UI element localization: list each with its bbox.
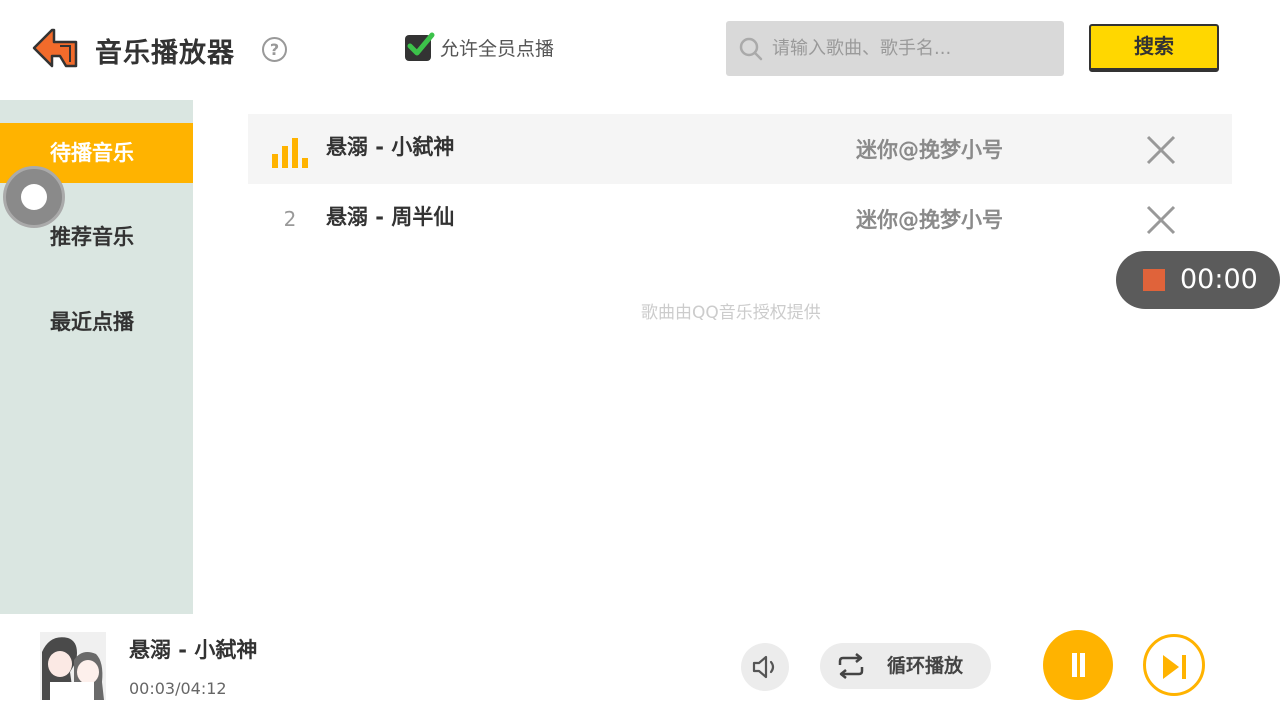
close-icon[interactable]	[1144, 203, 1178, 237]
requested-by: 迷你@挽梦小号	[856, 138, 1003, 162]
checkmark-icon	[407, 32, 435, 55]
app-title: 音乐播放器	[95, 38, 235, 69]
song-title: 悬溺 - 周半仙	[326, 205, 455, 229]
search-button[interactable]: 搜索	[1089, 24, 1219, 72]
playlist-row[interactable]: 2 悬溺 - 周半仙 迷你@挽梦小号	[248, 184, 1232, 254]
stop-square-icon[interactable]	[1143, 269, 1165, 291]
allow-all-checkbox[interactable]	[405, 32, 435, 61]
question-circle-icon[interactable]: ?	[262, 37, 287, 62]
search-box	[726, 21, 1064, 76]
song-title: 悬溺 - 小弑神	[326, 135, 455, 159]
row-index: 2	[283, 207, 297, 231]
equalizer-bars-icon	[272, 138, 308, 168]
screen-recorder-pill[interactable]: 00:00	[1116, 251, 1280, 309]
player-bar: 悬溺 - 小弑神 00:03/04:12 循环播放	[0, 614, 1280, 720]
allow-all-toggle[interactable]: 允许全员点播	[405, 32, 555, 61]
playlist-row[interactable]: 悬溺 - 小弑神 迷你@挽梦小号	[248, 114, 1232, 184]
now-playing-title: 悬溺 - 小弑神	[129, 638, 258, 662]
search-icon	[739, 37, 763, 60]
loop-mode-button[interactable]: 循环播放	[820, 643, 991, 689]
repeat-icon	[838, 653, 864, 679]
copyright-note: 歌曲由QQ音乐授权提供	[641, 303, 821, 323]
header: 音乐播放器 ? 允许全员点播 搜索	[0, 0, 1280, 100]
requested-by: 迷你@挽梦小号	[856, 208, 1003, 232]
pause-icon[interactable]	[1043, 630, 1113, 700]
playlist: 悬溺 - 小弑神 迷你@挽梦小号 2 悬溺 - 周半仙 迷你@挽梦小号 歌曲由Q…	[206, 100, 1280, 614]
back-arrow-logo-icon[interactable]	[30, 28, 80, 70]
next-button[interactable]	[1143, 634, 1205, 696]
loop-mode-label: 循环播放	[887, 655, 964, 677]
playback-progress: 00:03/04:12	[129, 679, 227, 698]
volume-button[interactable]	[741, 643, 789, 691]
close-icon[interactable]	[1144, 133, 1178, 167]
floating-assistive-button[interactable]	[3, 166, 65, 228]
album-cover	[40, 632, 106, 700]
sidebar-item-recent[interactable]: 最近点播	[0, 292, 193, 352]
skip-next-icon	[1163, 655, 1186, 679]
cover-art-image	[40, 632, 106, 700]
search-input[interactable]	[772, 38, 1062, 59]
recorder-time: 00:00	[1180, 264, 1258, 295]
allow-all-label: 允许全员点播	[440, 38, 555, 60]
music-player-app: 音乐播放器 ? 允许全员点播 搜索 待播音乐 推荐音乐 最近点播	[0, 0, 1280, 720]
speaker-icon	[752, 655, 775, 679]
